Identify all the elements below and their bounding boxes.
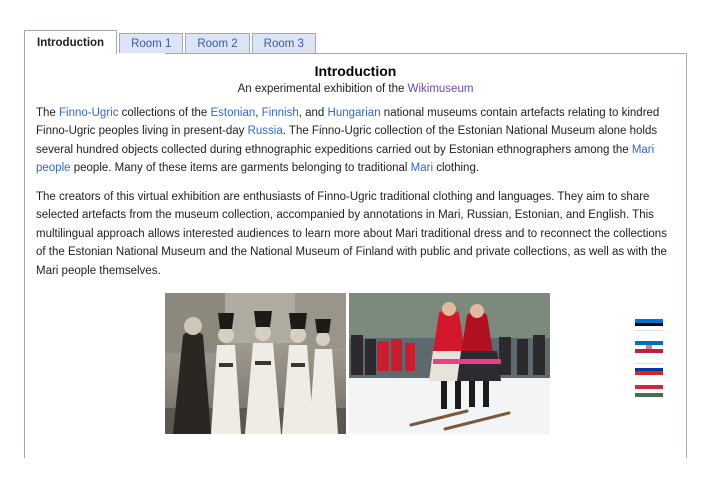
p1-text-1: The xyxy=(36,107,60,119)
wikimuseum-link[interactable]: Wikimuseum xyxy=(408,83,474,95)
intro-paragraph-1: The Finno-Ugric collections of the Eston… xyxy=(36,104,676,178)
hungary-flag[interactable] xyxy=(635,385,663,397)
estonia-flag[interactable] xyxy=(635,319,663,332)
tab-room-2[interactable]: Room 2 xyxy=(185,33,250,54)
finnish-link[interactable]: Finnish xyxy=(262,107,299,119)
russia-flag[interactable] xyxy=(635,363,663,376)
historic-group-photo-art xyxy=(165,293,346,434)
tab-room-1[interactable]: Room 1 xyxy=(119,33,184,54)
flag-stripe xyxy=(635,345,663,349)
p1-text-7: people. Many of these items are garments… xyxy=(70,162,411,175)
hungarian-link[interactable]: Hungarian xyxy=(328,107,381,119)
finno-ugric-link[interactable]: Finno-Ugric xyxy=(59,107,118,119)
tab-room-3[interactable]: Room 3 xyxy=(251,33,316,54)
tab-introduction[interactable]: Introduction xyxy=(24,30,118,54)
mari-cross-icon xyxy=(646,345,652,349)
mari-el-flag[interactable] xyxy=(635,341,663,353)
historic-group-photo[interactable] xyxy=(165,293,346,434)
intro-paragraph-2: The creators of this virtual exhibition … xyxy=(36,191,667,277)
women-on-skis-photo[interactable] xyxy=(349,293,550,434)
panel-top-border xyxy=(165,53,686,54)
russia-link[interactable]: Russia xyxy=(248,125,283,137)
women-on-skis-photo-art xyxy=(349,293,550,434)
subtitle-text: An experimental exhibition of the xyxy=(237,83,408,95)
flag-stripe xyxy=(635,393,663,397)
flag-stripe xyxy=(635,349,663,353)
tab-bar: Introduction Room 1 Room 2 Room 3 xyxy=(24,30,318,54)
flag-stripe xyxy=(635,371,663,376)
tab-panel: Introduction An experimental exhibition … xyxy=(24,53,687,458)
p1-text-2: collections of the xyxy=(118,107,211,119)
p1-text-4: , and xyxy=(298,107,328,119)
language-flags xyxy=(635,319,663,407)
p1-text-8: clothing. xyxy=(433,162,480,175)
mari-link[interactable]: Mari xyxy=(411,162,433,174)
page-subtitle: An experimental exhibition of the Wikimu… xyxy=(25,83,686,95)
estonian-link[interactable]: Estonian xyxy=(211,107,256,119)
page-title: Introduction xyxy=(314,63,397,79)
flag-stripe xyxy=(635,326,663,332)
